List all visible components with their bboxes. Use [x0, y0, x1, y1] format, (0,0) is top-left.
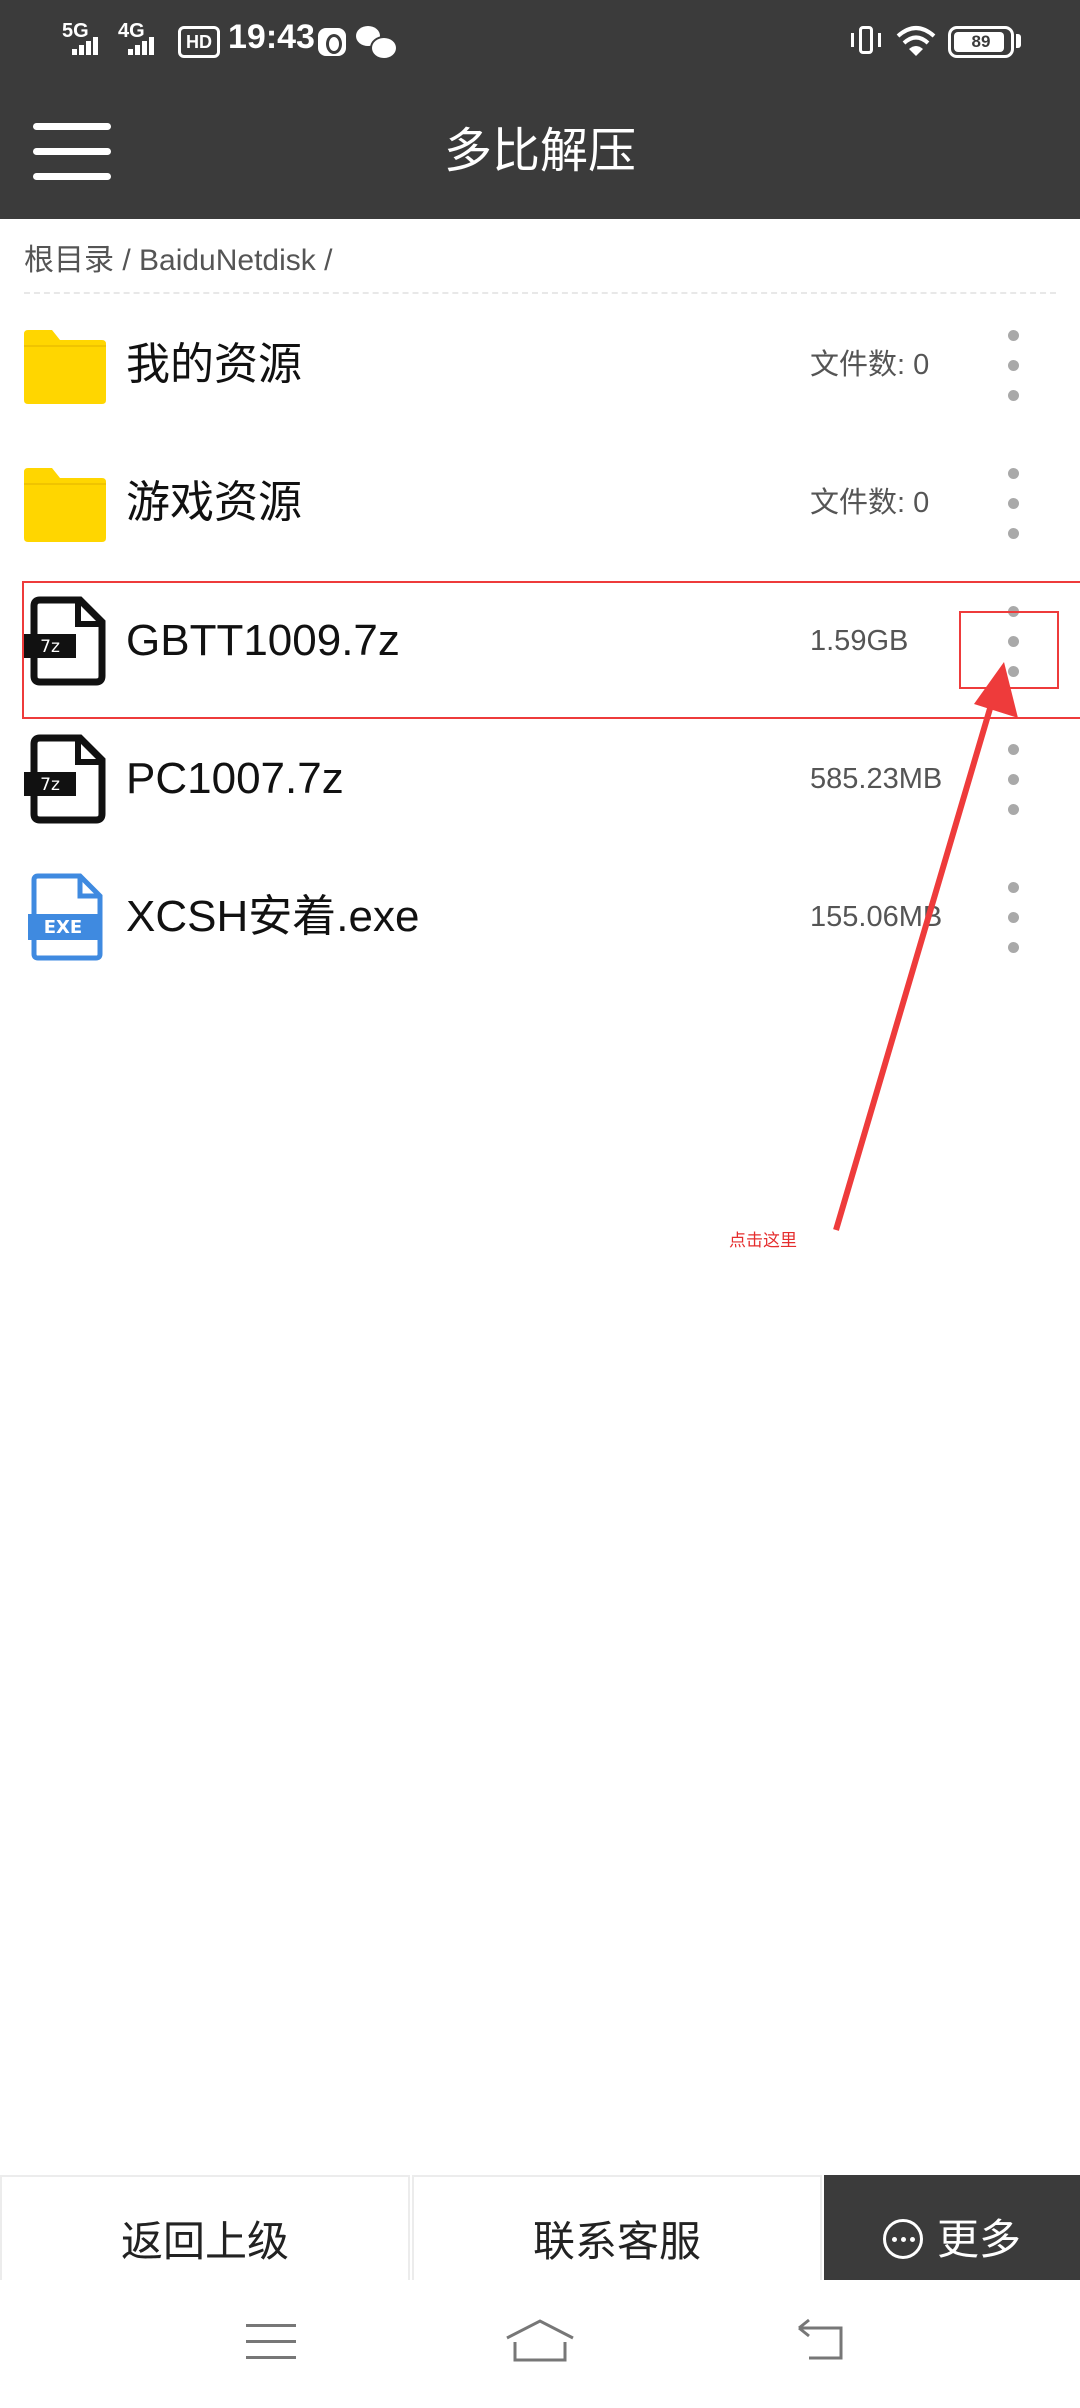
breadcrumb[interactable]: 根目录 / BaiduNetdisk /: [24, 235, 332, 277]
music-app-icon: [318, 28, 346, 56]
breadcrumb-divider: [24, 292, 1056, 294]
battery-icon: 89: [948, 26, 1014, 58]
clock: 19:43: [228, 18, 315, 56]
more-button[interactable]: 更多: [824, 2175, 1080, 2280]
more-button-label: 更多: [936, 2215, 1021, 2264]
signal-strength-icon: [72, 36, 100, 55]
file-count: 文件数: 0: [810, 349, 930, 381]
back-up-level-button[interactable]: 返回上级: [0, 2175, 410, 2280]
hd-voice-badge: HD: [178, 26, 220, 58]
vibrate-icon: [850, 24, 884, 58]
battery-tip: [1016, 34, 1021, 48]
recent-apps-icon[interactable]: [246, 2322, 296, 2362]
folder-icon: [24, 330, 106, 404]
contact-support-button[interactable]: 联系客服: [412, 2175, 822, 2280]
folder-icon: [24, 468, 106, 542]
status-bar: 5G 4G HD 19:43 89: [0, 0, 1080, 84]
back-icon[interactable]: [795, 2318, 851, 2364]
more-dots-icon: [882, 2218, 923, 2259]
7z-icon-label: 7z: [40, 775, 60, 795]
annotation-label: 点击这里: [729, 1231, 797, 1251]
file-name: XCSH安着.exe: [126, 892, 420, 941]
wechat-icon: [356, 26, 398, 60]
file-count: 文件数: 0: [810, 487, 930, 519]
list-item[interactable]: 我的资源 文件数: 0: [0, 296, 1080, 434]
file-name: 游戏资源: [126, 478, 302, 527]
signal-strength-icon-2: [128, 36, 156, 55]
list-item[interactable]: 游戏资源 文件数: 0: [0, 434, 1080, 572]
more-options-icon[interactable]: [990, 320, 1036, 410]
wifi-icon: [896, 26, 936, 56]
7z-file-icon: 7z: [24, 734, 106, 824]
page-title: 多比解压: [443, 123, 636, 179]
more-options-icon[interactable]: [990, 458, 1036, 548]
arrow-annotation-icon: [833, 662, 1018, 1231]
exe-icon-label: EXE: [44, 917, 82, 938]
battery-level: 89: [971, 32, 991, 51]
file-name: 我的资源: [126, 340, 302, 389]
home-icon[interactable]: [505, 2318, 575, 2364]
file-name: PC1007.7z: [126, 754, 344, 803]
exe-file-icon: EXE: [28, 873, 103, 961]
